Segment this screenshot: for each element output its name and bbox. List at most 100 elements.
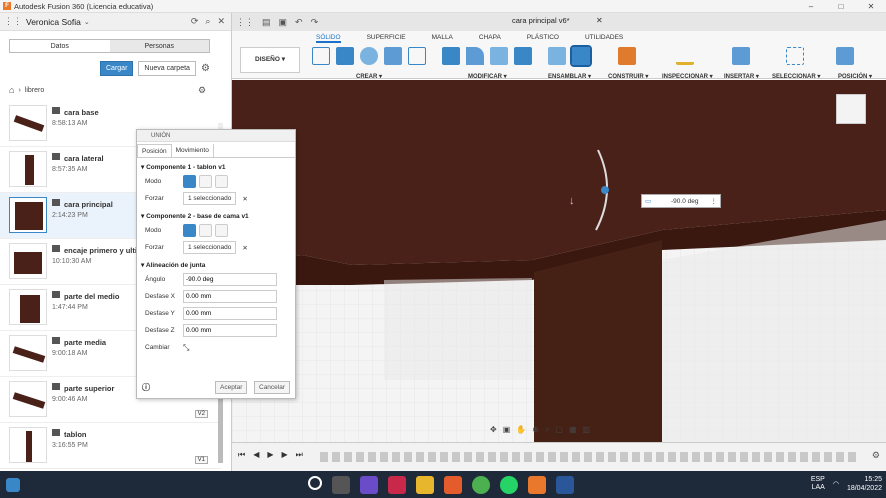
settings-icon[interactable]: ⚙ [198, 85, 206, 96]
file-icon[interactable]: ▤ [262, 17, 271, 28]
new-folder-button[interactable]: Nueva carpeta [138, 61, 196, 76]
component2-selection[interactable]: 1 seleccionado [183, 241, 237, 254]
extrude-icon[interactable] [336, 47, 354, 65]
search-icon[interactable]: ⌕ [205, 16, 210, 27]
fillet-icon[interactable] [466, 47, 484, 65]
fusion-taskbar-icon[interactable] [528, 475, 546, 494]
clear-selection-icon[interactable]: ✕ [242, 195, 247, 203]
viewcube[interactable] [836, 94, 866, 124]
shell-icon[interactable] [514, 47, 532, 65]
breadcrumb-folder[interactable]: librero [25, 87, 44, 94]
mode-two-faces-button[interactable] [215, 175, 228, 188]
mode-two-faces-button[interactable] [215, 224, 228, 237]
rotate-handle[interactable] [601, 186, 609, 194]
whatsapp-icon[interactable] [500, 475, 518, 494]
grid-icon[interactable]: ⋮⋮ [236, 17, 254, 28]
tab-posicion[interactable]: Posición [137, 144, 172, 157]
language-code[interactable]: ESP [811, 476, 825, 484]
tab-datos[interactable]: Datos [10, 40, 110, 52]
wifi-icon[interactable]: ◠ [833, 480, 839, 489]
sketch-icon[interactable] [312, 47, 330, 65]
viewports-icon[interactable]: ▥ [583, 425, 591, 439]
group-modificar[interactable]: MODIFICAR ▾ [468, 73, 507, 80]
display-settings-icon[interactable]: ▢ [555, 425, 563, 439]
upload-button[interactable]: Cargar [100, 61, 134, 76]
save-icon[interactable]: ▣ [279, 17, 288, 28]
close-icon[interactable]: ✕ [217, 16, 225, 27]
timeline-track[interactable] [320, 452, 856, 462]
tab-chapa[interactable]: CHAPA [479, 34, 501, 43]
undo-icon[interactable]: ↶ [295, 17, 303, 28]
clock-time[interactable]: 15:25 [847, 475, 882, 484]
clock-date[interactable]: 18/04/2022 [847, 484, 882, 493]
workspace-dropdown[interactable]: DISEÑO ▾ [240, 47, 300, 73]
list-item[interactable]: tablon 3:16:55 PM V1 [0, 423, 222, 469]
maximize-button[interactable]: □ [826, 0, 856, 13]
version-badge[interactable]: V1 [194, 456, 208, 464]
refresh-icon[interactable]: ⟳ [191, 16, 199, 27]
flip-icon[interactable]: ⤡ [183, 343, 189, 353]
insert-image-icon[interactable] [732, 47, 750, 65]
search-icon[interactable] [308, 475, 322, 490]
offset-x-field[interactable] [183, 290, 277, 303]
tab-personas[interactable]: Personas [109, 40, 209, 52]
offset-y-field[interactable] [183, 307, 277, 320]
cancel-button[interactable]: Cancelar [254, 381, 291, 394]
play-icon[interactable]: ▶ [267, 450, 273, 460]
collapse-panel-icon[interactable]: » [236, 82, 240, 89]
tab-movimiento[interactable]: Movimiento [172, 144, 214, 157]
joint-icon[interactable] [570, 45, 592, 67]
pan-icon[interactable]: ✋ [516, 425, 526, 439]
go-end-icon[interactable]: ⏭ [296, 450, 303, 460]
group-insertar[interactable]: INSERTAR ▾ [724, 73, 759, 80]
home-icon[interactable]: ⌂ [9, 85, 14, 95]
settings-icon[interactable]: ⚙ [872, 450, 880, 461]
fit-icon[interactable]: ⌕ [545, 425, 549, 439]
language-layout[interactable]: LAA [811, 484, 825, 492]
mode-simple-button[interactable] [183, 224, 196, 237]
redo-icon[interactable]: ↷ [311, 17, 319, 28]
step-forward-icon[interactable]: ▶ [282, 450, 288, 460]
more-icon[interactable]: ⋮ [711, 197, 718, 205]
revolve-icon[interactable] [360, 47, 378, 65]
group-posicion[interactable]: POSICIÓN ▾ [838, 73, 872, 80]
model-canvas[interactable]: ↓ [232, 80, 886, 442]
go-start-icon[interactable]: ⏮ [238, 450, 245, 460]
new-component-icon[interactable] [548, 47, 566, 65]
angle-field[interactable] [183, 273, 277, 286]
step-back-icon[interactable]: ◀ [253, 450, 259, 460]
chrome-icon[interactable] [472, 475, 490, 494]
select-icon[interactable] [786, 47, 804, 65]
minimize-button[interactable]: – [796, 0, 826, 13]
chevron-down-icon[interactable]: ⌄ [84, 18, 90, 26]
mode-between-button[interactable] [199, 175, 212, 188]
tab-superficie[interactable]: SUPERFICIE [367, 34, 406, 43]
group-ensamblar[interactable]: ENSAMBLAR ▾ [548, 73, 591, 80]
press-pull-icon[interactable] [442, 47, 460, 65]
grid-settings-icon[interactable]: ▦ [569, 425, 577, 439]
mode-between-button[interactable] [199, 224, 212, 237]
down-arrow-icon[interactable]: ↓ [569, 195, 575, 207]
measure-icon[interactable] [676, 47, 694, 65]
clear-selection-icon[interactable]: ✕ [242, 244, 247, 252]
user-name[interactable]: Veronica Sofia [26, 17, 81, 27]
component1-header[interactable]: ▾ Componente 1 - tablon v1 [137, 158, 295, 173]
file-explorer-icon[interactable] [416, 475, 434, 494]
gear-icon[interactable]: ⚙ [201, 63, 210, 74]
group-inspeccionar[interactable]: INSPECCIONAR ▾ [662, 73, 713, 80]
document-tab[interactable]: cara principal v6* [512, 16, 570, 25]
zoom-icon[interactable]: ⊕ [532, 425, 539, 439]
office-icon[interactable] [444, 475, 462, 494]
close-tab-icon[interactable]: ✕ [596, 16, 603, 25]
angle-type-icon[interactable]: ▭ [645, 197, 657, 205]
pattern-icon[interactable] [408, 47, 426, 65]
position-icon[interactable] [836, 47, 854, 65]
viewport[interactable]: ↓ » ✥ ▣ ✋ ⊕ ⌕ ▢ ▦ ▥ [232, 80, 886, 442]
windows-start-icon[interactable] [6, 477, 20, 492]
tab-malla[interactable]: MALLA [432, 34, 453, 43]
mode-simple-button[interactable] [183, 175, 196, 188]
task-view-icon[interactable] [332, 475, 350, 494]
group-construir[interactable]: CONSTRUIR ▾ [608, 73, 648, 80]
offset-plane-icon[interactable] [618, 47, 636, 65]
accept-button[interactable]: Aceptar [215, 381, 248, 394]
